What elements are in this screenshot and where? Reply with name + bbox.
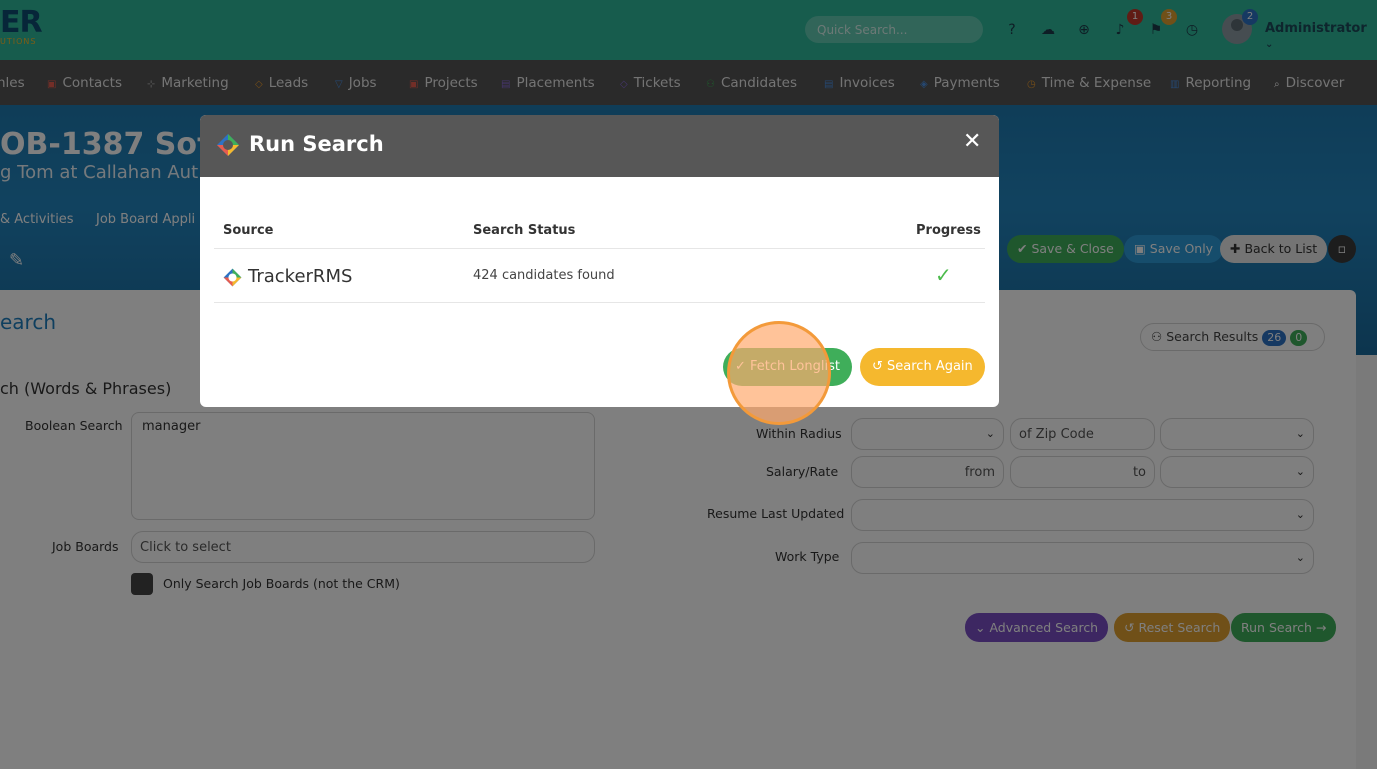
trackerrms-source-icon: [223, 268, 242, 287]
col-source: Source: [223, 223, 274, 238]
modal-header: Run Search ✕: [200, 115, 999, 177]
run-search-modal: Run Search ✕ Source Search Status Progre…: [200, 115, 999, 407]
trackerrms-logo-icon: [217, 134, 239, 156]
checkmark-icon: ✓: [935, 263, 952, 287]
close-icon[interactable]: ✕: [963, 129, 981, 154]
source-name: TrackerRMS: [248, 266, 353, 287]
click-highlight: [727, 321, 831, 425]
search-status-text: 424 candidates found: [473, 268, 615, 283]
col-progress: Progress: [916, 223, 981, 238]
modal-title: Run Search: [249, 132, 384, 156]
table-divider: [214, 248, 985, 249]
search-again-button[interactable]: ↺ Search Again: [860, 348, 985, 386]
col-search-status: Search Status: [473, 223, 576, 238]
table-divider: [214, 302, 985, 303]
